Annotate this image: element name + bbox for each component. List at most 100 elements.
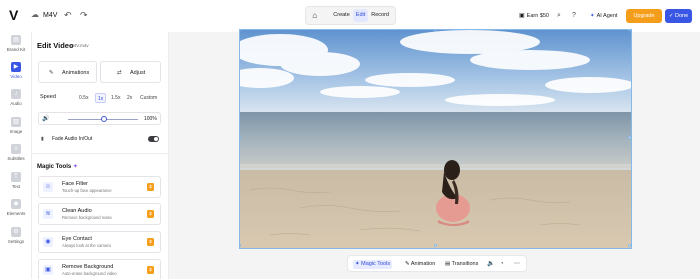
video-icon: ▶ xyxy=(11,62,21,72)
fade-audio-label: Fade Audio In/Out xyxy=(52,136,93,142)
image-icon: ▨ xyxy=(11,117,21,127)
help-icon[interactable]: ? xyxy=(572,11,576,20)
upgrade-label: Upgrade xyxy=(633,13,655,19)
transitions-button[interactable]: ▤ Transitions xyxy=(443,260,480,269)
face-filter-icon: ☺ xyxy=(43,182,53,192)
upgrade-button[interactable]: Upgrade xyxy=(626,9,662,23)
rail-item-label: Elements xyxy=(6,211,26,216)
file-name[interactable]: M4V xyxy=(43,11,57,20)
sparkle-icon: ✦ xyxy=(590,13,595,19)
tool-description: Always look at the camera xyxy=(62,243,111,248)
panel-divider xyxy=(32,153,169,154)
beach-scene-image xyxy=(240,30,631,248)
resize-handle[interactable] xyxy=(628,136,631,139)
cloud-save-icon: ☁ xyxy=(31,10,39,19)
clean-audio-icon: ≋ xyxy=(43,209,53,219)
mode-edit-button[interactable]: Edit xyxy=(352,9,369,22)
canvas-area xyxy=(169,29,700,279)
elements-icon: ◆ xyxy=(11,199,21,209)
rail-item-video[interactable]: ▶ Video xyxy=(0,62,32,80)
brand-kit-icon: ▤ xyxy=(11,35,21,45)
subtitles-icon: ≡ xyxy=(11,144,21,154)
adjust-icon: ⇄ xyxy=(117,70,122,76)
premium-badge: $ xyxy=(147,266,154,274)
ai-agent-label: AI Agent xyxy=(596,13,618,19)
rail-item-audio[interactable]: ♪ Audio xyxy=(0,89,32,107)
rail-item-subtitles[interactable]: ≡ Subtitles xyxy=(0,144,32,162)
rail-item-text[interactable]: T Text xyxy=(0,172,32,190)
done-button[interactable]: ✓ Done xyxy=(665,9,692,23)
rail-item-label: Video xyxy=(10,74,22,79)
speed-option-1.5x[interactable]: 1.5x xyxy=(109,93,122,103)
magic-tools-title: Magic Tools ✦ xyxy=(37,163,78,171)
fade-audio-toggle[interactable] xyxy=(148,136,159,142)
rail-item-settings[interactable]: ⚙ Settings xyxy=(0,227,32,245)
resize-handle[interactable] xyxy=(434,244,437,247)
volume-slider-handle[interactable] xyxy=(101,116,107,122)
left-rail: ▤ Brand Kit ▶ Video ♪ Audio ▨ Image ≡ Subtitl… xyxy=(0,32,32,279)
canvas-toolbar: ✦ Magic Tools ✎ Animation ▤ Transitions … xyxy=(347,255,527,272)
adjust-button[interactable]: ⇄ Adjust xyxy=(100,61,161,83)
remove-background-icon: ▣ xyxy=(43,265,53,275)
speed-option-0.5x[interactable]: 0.5x xyxy=(77,93,90,103)
tool-description: Auto-erase background video xyxy=(62,271,117,276)
rail-item-label: Brand Kit xyxy=(6,47,26,52)
speed-row: Speed 0.5x 1x 1.5x 2x Custom xyxy=(38,91,161,105)
volume-value: 100% xyxy=(144,116,157,122)
magic-tools-label: Magic Tools xyxy=(361,261,391,267)
volume-row: 🔊 100% xyxy=(38,112,161,125)
speed-icon[interactable]: ◔ xyxy=(500,260,504,269)
mode-create-button[interactable]: Create xyxy=(330,9,353,22)
fade-audio-icon: ▮ xyxy=(41,136,44,142)
transitions-label: Transitions xyxy=(451,261,479,267)
resize-handle[interactable] xyxy=(628,244,631,247)
speed-option-2x[interactable]: 2x xyxy=(125,93,134,103)
tool-name: Remove Background xyxy=(62,264,114,270)
speed-option-custom[interactable]: Custom xyxy=(138,93,159,103)
rail-item-label: Image xyxy=(9,129,23,134)
rail-item-label: Text xyxy=(11,184,21,189)
text-icon: T xyxy=(11,172,21,182)
magic-tools-button[interactable]: ✦ Magic Tools xyxy=(353,260,393,269)
earn-button[interactable]: ▣ Earn $50 xyxy=(519,12,549,20)
rail-item-image[interactable]: ▨ Image xyxy=(0,117,32,135)
speed-option-1x[interactable]: 1x xyxy=(95,93,107,103)
app-logo[interactable]: V xyxy=(9,8,21,22)
app-root: V ☁ M4V ↶ ↷ ⌂ Create Edit Record ▣ Earn $… xyxy=(0,0,700,279)
panel-file-name: M4V.m4v xyxy=(70,43,89,48)
search-icon[interactable]: ⌕ xyxy=(557,11,561,20)
tool-remove-background[interactable]: ▣ Remove Background Auto-erase backgroun… xyxy=(38,259,161,279)
fade-audio-row: ▮ Fade Audio In/Out xyxy=(38,132,161,147)
mode-record-button[interactable]: Record xyxy=(368,9,392,22)
rail-item-label: Audio xyxy=(10,101,22,106)
more-icon[interactable]: ⋯ xyxy=(514,260,520,269)
eye-contact-icon: ◉ xyxy=(43,237,53,247)
animations-icon: ✎ xyxy=(49,70,54,76)
panel-title: Edit Video xyxy=(37,41,74,50)
volume-icon[interactable]: 🔉 xyxy=(487,260,494,269)
rail-item-label: Subtitles xyxy=(7,156,25,161)
home-icon[interactable]: ⌂ xyxy=(309,9,320,23)
rail-item-brand-kit[interactable]: ▤ Brand Kit xyxy=(0,35,32,53)
undo-icon[interactable]: ↶ xyxy=(64,10,72,20)
tool-name: Eye Contact xyxy=(62,236,92,242)
speed-label: Speed xyxy=(40,94,56,100)
premium-badge: $ xyxy=(147,238,154,246)
tool-eye-contact[interactable]: ◉ Eye Contact Always look at the camera … xyxy=(38,231,161,253)
animation-button[interactable]: ✎ Animation xyxy=(403,260,437,269)
audio-icon: ♪ xyxy=(11,89,21,99)
tool-clean-audio[interactable]: ≋ Clean Audio Remove background noise $ xyxy=(38,203,161,225)
top-bar: V ☁ M4V ↶ ↷ ⌂ Create Edit Record ▣ Earn $… xyxy=(0,0,700,32)
edit-video-panel: Edit Video M4V.m4v ✎ Animations ⇄ Adjust… xyxy=(32,32,169,279)
premium-badge: $ xyxy=(147,183,154,191)
rail-item-label: Settings xyxy=(7,239,25,244)
redo-icon[interactable]: ↷ xyxy=(80,10,88,20)
gift-icon: ▣ xyxy=(519,13,525,19)
video-preview[interactable] xyxy=(239,29,632,249)
volume-icon: 🔊 xyxy=(42,116,50,122)
rail-item-elements[interactable]: ◆ Elements xyxy=(0,199,32,217)
adjust-label: Adjust xyxy=(130,70,146,76)
animations-button[interactable]: ✎ Animations xyxy=(38,61,97,83)
tool-face-filter[interactable]: ☺ Face Filter Touch-up face appearance $ xyxy=(38,176,161,198)
ai-agent-button[interactable]: ✦ AI Agent xyxy=(590,12,617,20)
